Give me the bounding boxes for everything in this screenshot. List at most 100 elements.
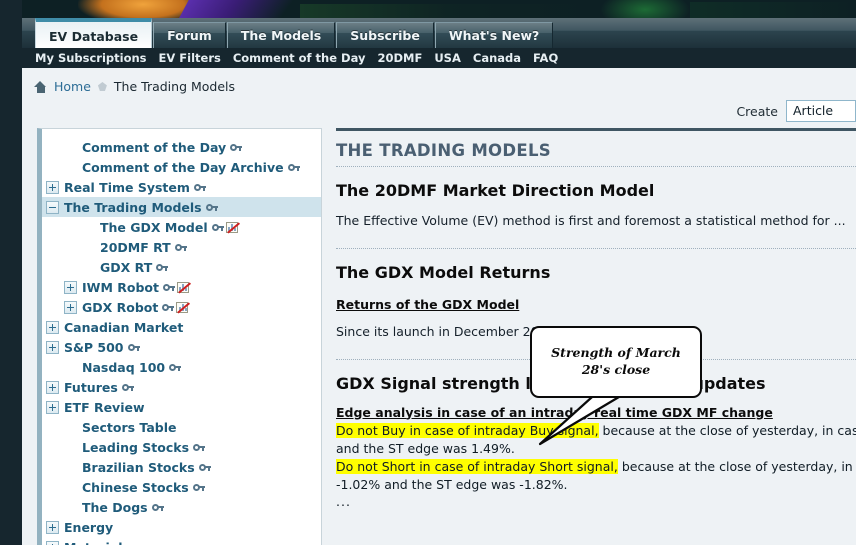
buy-signal-highlight: Do not Buy in case of intraday Buy signa… — [336, 422, 599, 438]
chart-restricted-icon — [176, 301, 191, 314]
sidebar-item-label: Sectors Table — [82, 419, 177, 435]
subnav-faq[interactable]: FAQ — [533, 51, 558, 65]
expand-icon[interactable] — [46, 400, 59, 414]
create-row: Create Article — [736, 100, 856, 122]
subnav-ev-filters[interactable]: EV Filters — [159, 51, 221, 65]
breadcrumb-separator-icon — [97, 82, 107, 91]
key-icon — [156, 263, 169, 271]
expand-icon[interactable] — [46, 380, 59, 394]
sidebar-item-label: Comment of the Day — [82, 139, 227, 155]
sidebar-item-label: Comment of the Day Archive — [82, 159, 284, 175]
divider-3 — [336, 358, 856, 360]
sidebar-item-the-dogs[interactable]: The Dogs — [42, 497, 321, 517]
banner-right-fade — [690, 2, 856, 18]
key-icon — [193, 443, 206, 451]
link-returns-of-the-gdx-model[interactable]: Returns of the GDX Model — [336, 297, 519, 312]
sidebar-item-label: ETF Review — [64, 399, 145, 415]
content-top-rule — [336, 128, 856, 131]
subnav-canada[interactable]: Canada — [473, 51, 521, 65]
breadcrumb-current: The Trading Models — [113, 79, 236, 94]
expand-icon[interactable] — [46, 320, 59, 334]
expand-icon[interactable] — [64, 280, 77, 294]
sidebar-item-etf-review[interactable]: ETF Review — [42, 397, 321, 417]
create-type-select[interactable]: Article — [786, 100, 856, 122]
sidebar-tree-panel[interactable]: Comment of the Day Comment of the Day Arc… — [37, 128, 322, 545]
tab-whats-new[interactable]: What's New? — [434, 22, 554, 48]
tab-subscribe[interactable]: Subscribe — [336, 22, 434, 48]
section-body-20dmf: The Effective Volume (EV) method is firs… — [336, 213, 846, 228]
sidebar-item-the-trading-models[interactable]: The Trading Models — [42, 197, 321, 217]
key-icon — [151, 503, 164, 511]
sidebar-item-comment-of-the-day[interactable]: Comment of the Day — [42, 137, 321, 157]
short-signal-highlight: Do not Short in case of intraday Short s… — [336, 458, 618, 474]
sidebar-item-gdx-robot[interactable]: GDX Robot — [42, 297, 321, 317]
sidebar-item-energy[interactable]: Energy — [42, 517, 321, 537]
expand-icon[interactable] — [46, 340, 59, 354]
sidebar-item-chinese-stocks[interactable]: Chinese Stocks — [42, 477, 321, 497]
primary-nav-bar: EV Database Forum The Models Subscribe W… — [0, 18, 856, 48]
expand-icon[interactable] — [64, 300, 77, 314]
key-icon — [162, 283, 175, 291]
sidebar-item-label: Canadian Market — [64, 319, 184, 335]
sidebar-item-brazilian-stocks[interactable]: Brazilian Stocks — [42, 457, 321, 477]
sidebar-item-label: Nasdaq 100 — [82, 359, 166, 375]
sidebar-item-real-time-system[interactable]: Real Time System — [42, 177, 321, 197]
tab-ev-database[interactable]: EV Database — [35, 18, 153, 48]
secondary-nav-bar: My Subscriptions EV Filters Comment of t… — [0, 48, 856, 68]
section-body-gdx-returns: Since its launch in December 2011, as o — [336, 323, 589, 339]
sidebar-tree: Comment of the Day Comment of the Day Arc… — [42, 137, 321, 545]
sidebar-item-label: Futures — [64, 379, 118, 395]
sidebar-item-nasdaq-100[interactable]: Nasdaq 100 — [42, 357, 321, 377]
sidebar-item-20dmf-rt[interactable]: 20DMF RT — [42, 237, 321, 257]
expand-icon[interactable] — [46, 540, 59, 545]
page-canvas: Home The Trading Models Create Article C… — [22, 68, 856, 545]
sidebar-item-label: 20DMF RT — [100, 239, 171, 255]
sidebar-item-sectors-table[interactable]: Sectors Table — [42, 417, 321, 437]
key-icon — [174, 243, 187, 251]
sidebar-item-canadian-market[interactable]: Canadian Market — [42, 317, 321, 337]
key-icon — [162, 303, 175, 311]
breadcrumb-home-link[interactable]: Home — [54, 79, 91, 94]
subnav-my-subscriptions[interactable]: My Subscriptions — [35, 51, 147, 65]
tab-the-models[interactable]: The Models — [226, 22, 336, 48]
sidebar-item-leading-stocks[interactable]: Leading Stocks — [42, 437, 321, 457]
sidebar-item-label: Brazilian Stocks — [82, 459, 195, 475]
key-icon — [211, 223, 224, 231]
expand-icon[interactable] — [46, 180, 59, 194]
key-icon — [193, 183, 206, 191]
main-content: THE TRADING MODELS The 20DMF Market Dire… — [322, 128, 856, 545]
key-icon — [192, 483, 205, 491]
short-signal-paragraph: Do not Short in case of intraday Short s… — [336, 458, 856, 476]
sidebar-item-comment-of-the-day-archive[interactable]: Comment of the Day Archive — [42, 157, 321, 177]
banner-green-band — [300, 4, 600, 18]
secondary-nav-list: My Subscriptions EV Filters Comment of t… — [35, 51, 558, 65]
left-dark-rail — [0, 0, 22, 545]
buy-signal-paragraph: Do not Buy in case of intraday Buy signa… — [336, 422, 856, 440]
sidebar-item-gdx-rt[interactable]: GDX RT — [42, 257, 321, 277]
sidebar-item-label: Real Time System — [64, 179, 190, 195]
subnav-usa[interactable]: USA — [434, 51, 461, 65]
primary-tab-list: EV Database Forum The Models Subscribe W… — [35, 18, 554, 48]
sidebar-item-label: IWM Robot — [82, 279, 159, 295]
expand-icon[interactable] — [46, 520, 59, 534]
key-icon — [198, 463, 211, 471]
subnav-20dmf[interactable]: 20DMF — [377, 51, 422, 65]
sidebar-item-label: Leading Stocks — [82, 439, 190, 455]
sidebar-item-label: GDX Robot — [82, 299, 159, 315]
sidebar-item-label: The Trading Models — [64, 199, 202, 215]
key-icon — [169, 363, 182, 371]
sidebar-item-materials[interactable]: Materials — [42, 537, 321, 545]
sidebar-item-iwm-robot[interactable]: IWM Robot — [42, 277, 321, 297]
edge-analysis-heading[interactable]: Edge analysis in case of an intraday rea… — [336, 405, 856, 420]
sidebar-item-label: Energy — [64, 519, 114, 535]
sidebar-item-s-p-500[interactable]: S&P 500 — [42, 337, 321, 357]
short-signal-rest: because at the close of yesterday, in ca… — [621, 458, 856, 474]
subnav-comment-of-the-day[interactable]: Comment of the Day — [233, 51, 366, 65]
key-icon — [127, 343, 140, 351]
key-icon — [121, 383, 134, 391]
collapse-icon[interactable] — [46, 200, 59, 214]
sidebar-item-futures[interactable]: Futures — [42, 377, 321, 397]
section-title-gdx-returns: The GDX Model Returns — [336, 262, 551, 282]
sidebar-item-the-gdx-model[interactable]: The GDX Model — [42, 217, 321, 237]
tab-forum[interactable]: Forum — [153, 22, 226, 48]
